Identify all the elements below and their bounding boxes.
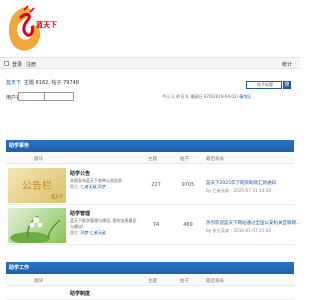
daily-stats-text: 今日 3, 昨日 6, 最高日 870(2019-04-02) [162,94,238,99]
forum-desc: 本版发布蓝天下各种公告信息 版主: 仁者无敌,同梦 [70,178,140,190]
col-topics: 主题 [148,157,157,162]
col-topics: 主题 [148,279,157,284]
forum-title[interactable]: 助学管理 [70,210,90,217]
last-post-title[interactable]: 热烈欢迎蓝天下网站通过全国公安机关互联网... [206,220,300,226]
forum-title[interactable]: 助学公告 [70,170,90,177]
forum-thumbnail[interactable]: 公告栏 蓝天下 [8,168,66,203]
topic-count: 227 [151,182,161,188]
forum-name[interactable]: 蓝天下 [6,79,21,86]
forum-row[interactable]: 助学管理 蓝天下助学管理与建设, 您的宝贵意见与建议! 版主: 同梦 仁者无敌 … [6,206,300,245]
forum-stats: 主题 6162, 帖子 79748 [24,80,79,86]
forum-desc-text: 蓝天下助学管理与建设, 您的宝贵意见与建议! [70,218,137,229]
top-bar: 登录 注册 统计 [0,57,300,69]
digest-link[interactable]: 精华区 [239,94,251,99]
mods-label: 版主: [70,230,80,235]
last-post-meta: by 仁者无敌 - 2025-07-31 14:30 [206,188,272,193]
stats-link[interactable]: 统计 [282,61,292,68]
post-count: 469 [183,222,193,228]
inbox-icon[interactable] [4,61,9,66]
forum-desc: 蓝天下助学管理与建设, 您的宝贵意见与建议! 版主: 同梦 仁者无敌 [70,218,140,236]
forum-row[interactable]: 助学制度 [6,288,294,300]
thumb-small: 蓝天下 [51,194,63,199]
col-posts: 帖子 [180,157,189,162]
post-count: 9705 [181,182,195,188]
column-headers: 版块 主题 帖子 最后发表 [6,276,294,286]
daily-stats: 今日 3, 昨日 6, 最高日 870(2019-04-02) 精华区 [162,94,251,100]
last-post-meta: by 东方英笑 - 2016-01-07 21:02 [206,228,272,233]
register-link[interactable]: 注册 [26,61,36,68]
mods-label: 版主: [70,184,80,189]
brand-name: 蓝天下 [36,20,57,29]
column-headers: 版块 主题 帖子 最后发表 [6,154,294,164]
section-header[interactable]: 助学工作 [6,262,294,274]
section-header[interactable]: 助学事务 [6,140,294,152]
site-logo[interactable]: 蓝天下 [6,4,57,60]
mods-list[interactable]: 同梦 仁者无敌 [81,230,106,235]
last-post-title[interactable]: 蓝天下2025年下期资助款汇款通知 [206,180,276,186]
forum-mods: 版主: 仁者无敌,同梦 [70,184,140,190]
forum-thumbnail[interactable] [8,208,66,243]
col-last: 最后发表 [206,157,224,162]
forum-mods: 版主: 同梦 仁者无敌 [70,230,140,236]
thumb-text: 公告栏 [22,181,52,192]
col-posts: 帖子 [180,279,189,284]
forum-title[interactable]: 助学制度 [70,290,90,297]
col-board: 版块 [34,157,43,162]
login-link[interactable]: 登录 [12,61,22,68]
col-last: 最后发表 [206,279,224,284]
search-button[interactable]: 搜 [283,81,291,89]
mods-list[interactable]: 仁者无敌,同梦 [81,184,106,189]
forum-row[interactable]: 公告栏 蓝天下 助学公告 本版发布蓝天下各种公告信息 版主: 仁者无敌,同梦 2… [6,166,294,205]
col-board: 版块 [34,279,43,284]
search-input[interactable]: 帖子标题 [246,81,282,89]
password-field[interactable] [44,92,74,101]
topic-count: 74 [152,222,160,228]
